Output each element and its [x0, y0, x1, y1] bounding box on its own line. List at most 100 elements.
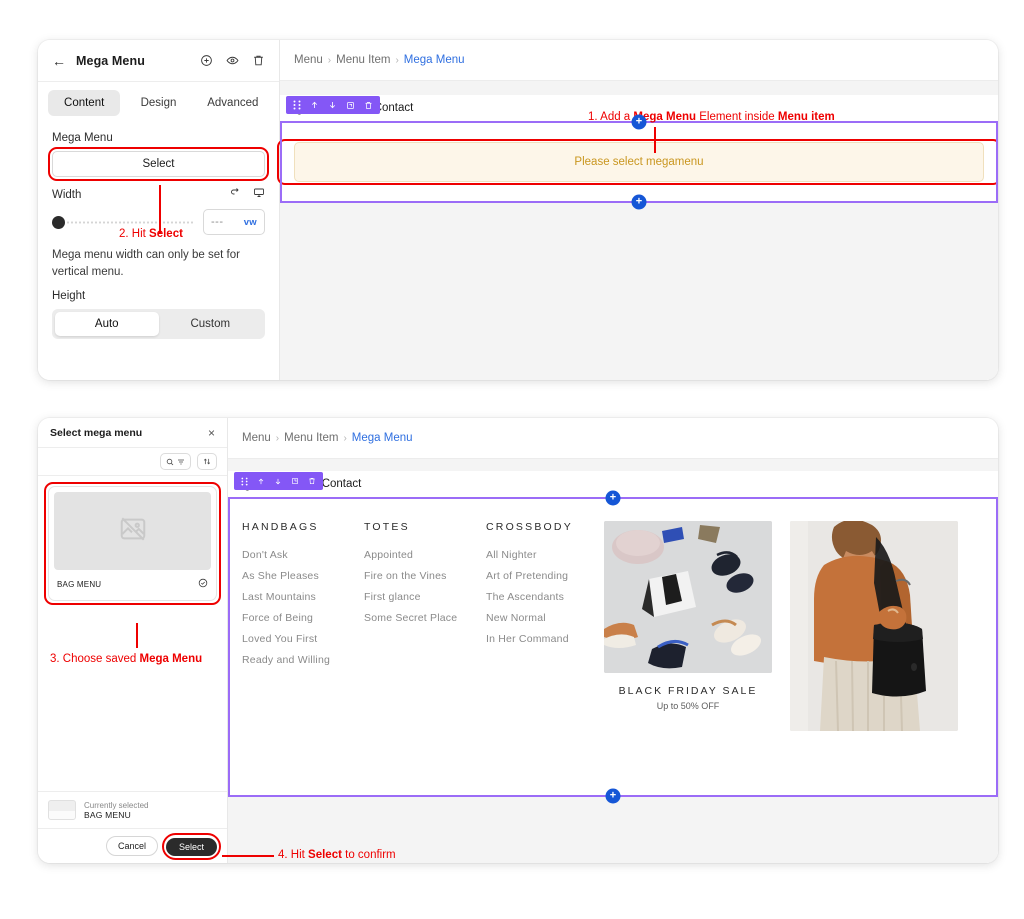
- breadcrumb-separator: ›: [276, 433, 279, 444]
- column-link[interactable]: Ready and Willing: [242, 654, 364, 666]
- canvas-viewport-top: og ⌃ About Contact: [280, 80, 998, 380]
- move-up-icon[interactable]: [310, 100, 319, 110]
- column-link[interactable]: Art of Pretending: [486, 570, 598, 582]
- column-link[interactable]: Last Mountains: [242, 591, 364, 603]
- close-icon[interactable]: ×: [208, 426, 215, 440]
- column-link[interactable]: Appointed: [364, 549, 486, 561]
- column-link[interactable]: First glance: [364, 591, 486, 603]
- breadcrumb-item-menu[interactable]: Menu: [242, 432, 271, 444]
- megamenu-column-crossbody: CROSSBODY All Nighter Art of Pretending …: [486, 521, 598, 731]
- breadcrumb-separator: ›: [395, 55, 398, 66]
- sort-button[interactable]: [197, 453, 217, 470]
- duplicate-icon[interactable]: [346, 101, 355, 110]
- megamenu-column-handbags: HANDBAGS Don't Ask As She Pleases Last M…: [242, 521, 364, 731]
- slider-knob[interactable]: [52, 216, 65, 229]
- column-link[interactable]: All Nighter: [486, 549, 598, 561]
- column-link[interactable]: As She Pleases: [242, 570, 364, 582]
- megamenu-item-card[interactable]: BAG MENU: [48, 486, 217, 601]
- selection-rule-bottom-bottom-card: +: [228, 795, 998, 797]
- column-link[interactable]: The Ascendants: [486, 591, 598, 603]
- column-link[interactable]: Fire on the Vines: [364, 570, 486, 582]
- editor-card-bottom: Select mega menu ×: [38, 418, 998, 863]
- annotation-step-1-mid: Element inside: [696, 111, 778, 123]
- tab-advanced[interactable]: Advanced: [197, 90, 269, 116]
- breadcrumb-item-menu-item[interactable]: Menu Item: [284, 432, 338, 444]
- megamenu-placeholder-highlight: Please select megamenu: [280, 142, 998, 182]
- tab-design[interactable]: Design: [122, 90, 194, 116]
- currently-selected-row: Currently selected BAG MENU: [38, 791, 227, 828]
- annotation-step-1-prefix: 1. Add a: [588, 111, 633, 123]
- trash-icon[interactable]: [252, 54, 265, 67]
- width-unit[interactable]: vw: [244, 217, 257, 228]
- selected-element-block: + Please select megamenu +: [280, 121, 998, 203]
- breadcrumb-current[interactable]: Mega Menu: [352, 432, 413, 444]
- dialog-select-button[interactable]: Select: [166, 838, 217, 856]
- column-link[interactable]: Force of Being: [242, 612, 364, 624]
- tab-content[interactable]: Content: [48, 90, 120, 116]
- annotation-leader-4: [222, 855, 274, 857]
- cancel-button[interactable]: Cancel: [106, 836, 158, 856]
- plus-circle-icon[interactable]: [200, 54, 213, 67]
- nav-item-contact[interactable]: Contact: [322, 478, 362, 490]
- breadcrumb-item-menu-item[interactable]: Menu Item: [336, 54, 390, 66]
- height-segmented-control: Auto Custom: [52, 309, 265, 339]
- megamenu-item-highlight: BAG MENU: [48, 486, 217, 601]
- reset-icon[interactable]: [230, 187, 242, 202]
- slider-track[interactable]: [66, 221, 195, 224]
- select-megamenu-button[interactable]: Select: [52, 151, 265, 177]
- add-element-badge-bottom[interactable]: +: [606, 789, 621, 804]
- dialog-title: Select mega menu: [50, 427, 142, 439]
- search-filter-button[interactable]: [160, 453, 191, 470]
- width-label: Width: [52, 189, 81, 201]
- breadcrumb: Menu › Menu Item › Mega Menu: [280, 40, 998, 79]
- annotation-step-3-prefix: 3. Choose saved: [50, 653, 140, 665]
- device-desktop-icon[interactable]: [253, 187, 265, 202]
- eye-icon[interactable]: [226, 54, 239, 67]
- height-option-auto[interactable]: Auto: [55, 312, 159, 336]
- add-element-badge-top[interactable]: +: [632, 115, 647, 130]
- select-megamenu-highlight: Select: [52, 151, 265, 177]
- annotation-step-3: 3. Choose saved Mega Menu: [50, 653, 202, 665]
- column-heading: TOTES: [364, 521, 486, 533]
- back-arrow-icon[interactable]: ←: [52, 54, 66, 68]
- drag-handle-icon[interactable]: [241, 477, 248, 486]
- model-with-black-crossbody-bag-photo: [790, 521, 958, 731]
- currently-selected-name: BAG MENU: [84, 810, 148, 820]
- drag-handle-icon[interactable]: [293, 100, 301, 110]
- column-link[interactable]: Some Secret Place: [364, 612, 486, 624]
- delete-icon[interactable]: [364, 101, 373, 110]
- megamenu-column-totes: TOTES Appointed Fire on the Vines First …: [364, 521, 486, 731]
- canvas-viewport-bottom: og ⌃ About Contact: [228, 458, 998, 863]
- move-down-icon[interactable]: [274, 477, 282, 486]
- height-option-custom[interactable]: Custom: [159, 312, 263, 336]
- column-link[interactable]: Don't Ask: [242, 549, 364, 561]
- delete-icon[interactable]: [308, 477, 316, 485]
- selection-rail-right: [996, 499, 998, 795]
- annotation-leader-2: [159, 185, 161, 233]
- check-circle-icon[interactable]: [198, 575, 208, 593]
- annotation-step-3-bold-1: Mega Menu: [140, 653, 203, 665]
- column-link[interactable]: In Her Command: [486, 633, 598, 645]
- canvas-top: Menu › Menu Item › Mega Menu og ⌃ About …: [280, 40, 998, 380]
- move-down-icon[interactable]: [328, 100, 337, 110]
- breadcrumb-current[interactable]: Mega Menu: [404, 54, 465, 66]
- annotation-step-1: 1. Add a Mega Menu Element inside Menu i…: [588, 111, 835, 123]
- mega-menu-label: Mega Menu: [52, 132, 265, 144]
- width-value-input[interactable]: --- vw: [203, 209, 265, 235]
- promo-caption: BLACK FRIDAY SALE: [604, 685, 772, 697]
- editor-card-top: ← Mega Menu: [38, 40, 998, 380]
- breadcrumb-bottom: Menu › Menu Item › Mega Menu: [228, 418, 998, 457]
- breadcrumb-item-menu[interactable]: Menu: [294, 54, 323, 66]
- select-megamenu-dialog: Select mega menu ×: [38, 418, 228, 863]
- annotation-step-1-bold-2: Menu item: [778, 111, 835, 123]
- add-element-badge-bottom[interactable]: +: [632, 195, 647, 210]
- move-up-icon[interactable]: [257, 477, 265, 486]
- add-element-badge-top[interactable]: +: [606, 491, 621, 506]
- column-link[interactable]: Loved You First: [242, 633, 364, 645]
- width-value: ---: [211, 216, 224, 228]
- duplicate-icon[interactable]: [291, 477, 299, 485]
- megamenu-placeholder[interactable]: Please select megamenu: [294, 142, 984, 182]
- width-row-icons: [230, 187, 265, 202]
- column-link[interactable]: New Normal: [486, 612, 598, 624]
- annotation-step-4: 4. Hit Select to confirm: [278, 849, 396, 861]
